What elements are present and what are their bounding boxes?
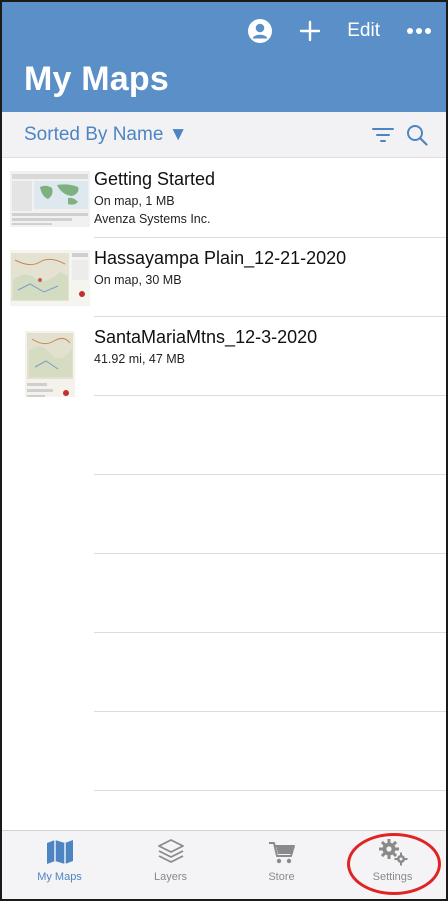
tab-label: Store	[268, 871, 295, 883]
maps-list: Getting Started On map, 1 MB Avenza Syst…	[2, 159, 446, 791]
add-icon[interactable]	[299, 20, 321, 42]
tab-settings[interactable]: Settings	[337, 837, 446, 897]
gears-icon	[378, 839, 407, 866]
tab-label: Layers	[153, 871, 188, 883]
empty-row	[2, 554, 446, 633]
map-status: On map, 1 MB	[94, 194, 175, 208]
sort-selector[interactable]: Sorted By Name ▼	[24, 124, 188, 146]
account-icon[interactable]	[247, 18, 273, 44]
filter-icon[interactable]	[372, 125, 394, 145]
search-icon[interactable]	[406, 124, 428, 146]
row-divider	[94, 790, 446, 791]
empty-row	[2, 475, 446, 554]
map-name: Hassayampa Plain_12-21-2020	[94, 248, 347, 268]
map-publisher: Avenza Systems Inc.	[94, 212, 211, 226]
map-thumbnail	[10, 171, 90, 227]
top-toolbar: Edit	[247, 18, 432, 44]
tab-my-maps[interactable]: My Maps	[4, 837, 115, 897]
header: Edit My Maps	[2, 2, 446, 112]
map-name: SantaMariaMtns_12-3-2020	[94, 327, 318, 347]
sort-tools	[372, 124, 428, 146]
map-status: 41.92 mi, 47 MB	[94, 352, 186, 366]
tab-layers[interactable]: Layers	[115, 837, 226, 897]
app-screen: Edit My Maps Sorted By Name ▼ Getting St…	[0, 0, 448, 901]
more-icon[interactable]	[406, 27, 432, 35]
tab-label: My Maps	[37, 871, 82, 883]
sort-label: Sorted By Name	[24, 124, 164, 145]
map-thumbnail	[25, 331, 75, 397]
empty-row	[2, 396, 446, 475]
layers-icon	[157, 839, 184, 863]
sort-bar: Sorted By Name ▼	[2, 112, 446, 158]
map-row-santamaria[interactable]: SantaMariaMtns_12-3-2020 41.92 mi, 47 MB	[2, 317, 446, 397]
map-row-hassayampa[interactable]: Hassayampa Plain_12-21-2020 On map, 30 M…	[2, 238, 446, 317]
empty-row	[2, 712, 446, 791]
page-title: My Maps	[24, 60, 169, 98]
map-status: On map, 30 MB	[94, 273, 182, 287]
map-row-getting-started[interactable]: Getting Started On map, 1 MB Avenza Syst…	[2, 159, 446, 238]
sort-caret-icon: ▼	[168, 124, 188, 145]
edit-button[interactable]: Edit	[347, 20, 380, 42]
map-thumbnail	[10, 250, 90, 306]
tab-store[interactable]: Store	[226, 837, 337, 897]
empty-row	[2, 633, 446, 712]
tab-bar: My Maps Layers Store Settings	[2, 830, 446, 899]
cart-icon	[268, 842, 295, 864]
tab-label: Settings	[372, 871, 413, 883]
map-name: Getting Started	[94, 169, 216, 189]
map-icon	[46, 840, 73, 864]
